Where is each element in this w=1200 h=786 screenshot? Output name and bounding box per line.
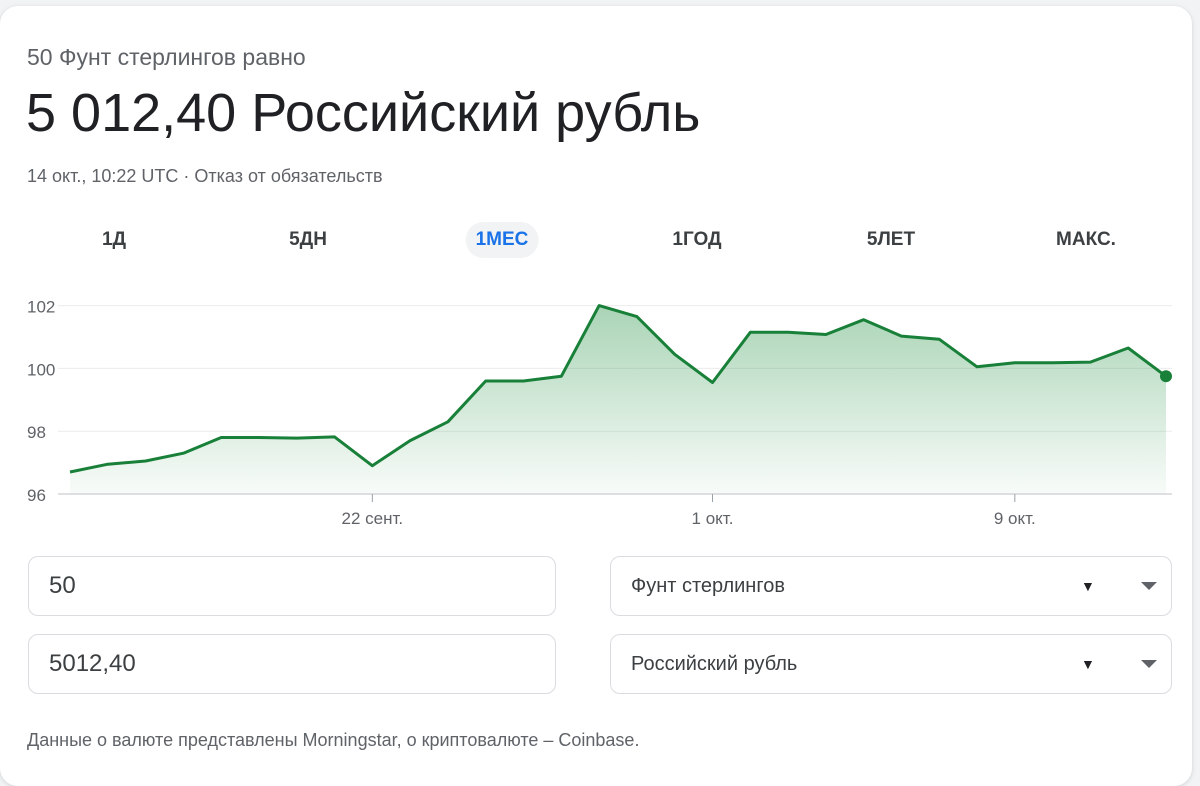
chevron-down-icon	[1141, 582, 1157, 590]
y-tick-label: 100	[27, 360, 55, 379]
to-currency-select[interactable]: Российский рубль ▼	[610, 634, 1172, 694]
data-source-note: Данные о валюте представлены Morningstar…	[27, 730, 640, 750]
dropdown-arrow-icon: ▼	[1081, 578, 1095, 594]
series-area	[70, 305, 1166, 494]
y-tick-label: 96	[27, 486, 46, 505]
x-tick-label: 1 окт.	[692, 509, 734, 528]
from-currency-select[interactable]: Фунт стерлингов ▼	[610, 556, 1172, 616]
timestamp: 14 окт., 10:22 UTC ·	[27, 166, 195, 186]
x-tick-label: 9 окт.	[994, 509, 1036, 528]
from-amount-field[interactable]	[28, 556, 556, 616]
tab-5d[interactable]: 5ДН	[279, 222, 337, 258]
tab-1y[interactable]: 1ГОД	[662, 222, 731, 258]
tab-1m[interactable]: 1МЕС	[465, 222, 539, 258]
from-amount-input[interactable]	[49, 557, 529, 615]
conversion-subtitle: 50 Фунт стерлингов равно	[27, 44, 306, 70]
tab-5y[interactable]: 5ЛЕТ	[857, 222, 925, 258]
exchange-rate-chart[interactable]: 96 98 100 102 22 сент. 1 окт. 9 окт.	[0, 286, 1200, 546]
y-tick-label: 102	[27, 298, 55, 317]
tab-max[interactable]: МАКС.	[1046, 222, 1126, 258]
from-currency-label: Фунт стерлингов	[631, 575, 785, 597]
timestamp-line: 14 окт., 10:22 UTC · Отказ от обязательс…	[27, 166, 383, 187]
currency-converter-card: 50 Фунт стерлингов равно 5 012,40 Россий…	[0, 6, 1192, 786]
to-currency-label: Российский рубль	[631, 653, 798, 675]
to-amount-field[interactable]	[28, 634, 556, 694]
disclaimer-link[interactable]: Отказ от обязательств	[194, 166, 382, 186]
chevron-down-icon	[1141, 660, 1157, 668]
last-point-marker	[1160, 370, 1172, 383]
range-tabs: 1Д 5ДН 1МЕС 1ГОД 5ЛЕТ МАКС.	[0, 216, 1200, 264]
to-amount-input[interactable]	[49, 635, 529, 693]
tab-1d[interactable]: 1Д	[92, 222, 136, 258]
x-tick-label: 22 сент.	[342, 509, 404, 528]
dropdown-arrow-icon: ▼	[1081, 656, 1095, 672]
y-tick-label: 98	[27, 423, 46, 442]
conversion-result: 5 012,40 Российский рубль	[26, 83, 701, 143]
